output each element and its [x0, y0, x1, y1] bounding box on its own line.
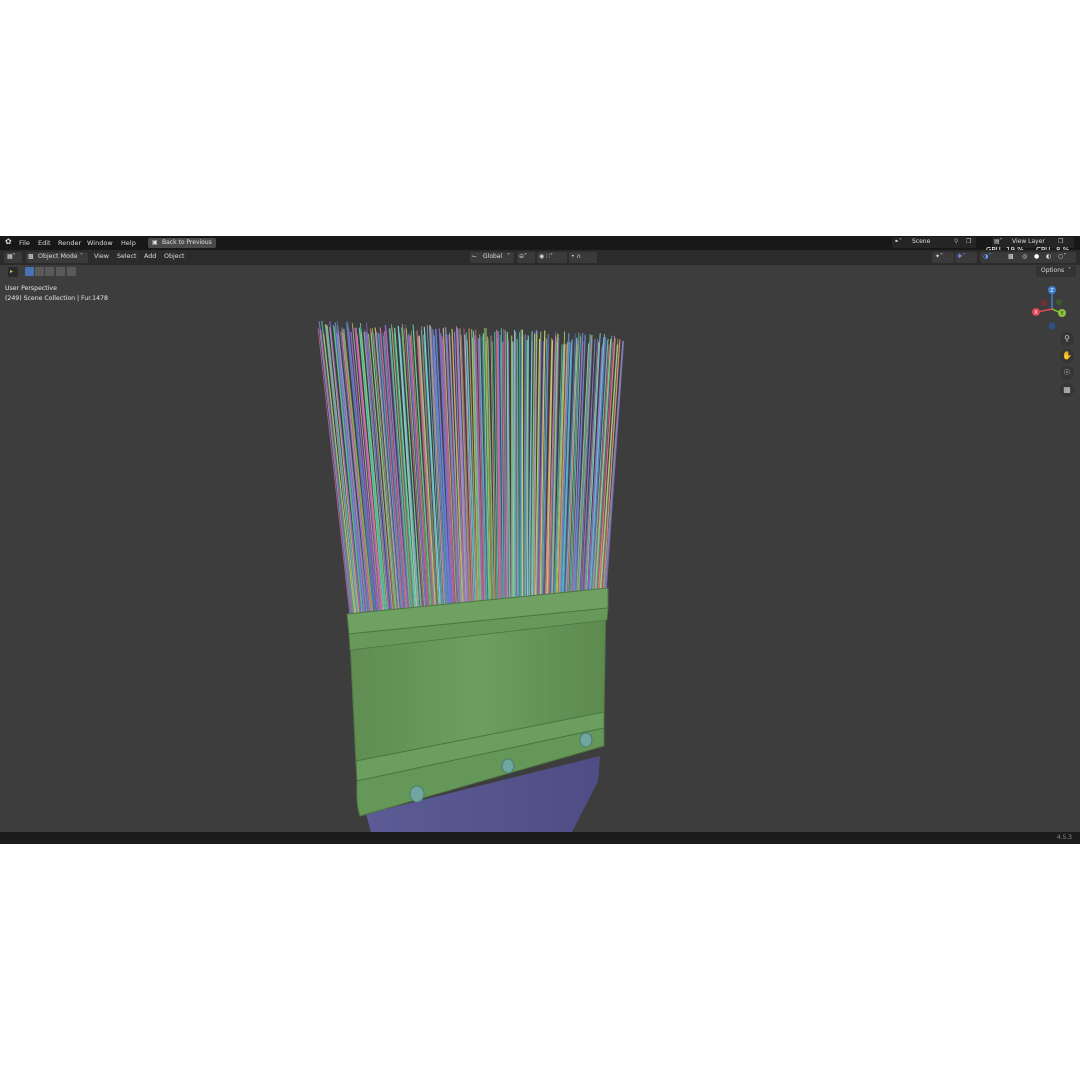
zoom-icon[interactable]: ⚲: [1060, 332, 1074, 346]
pan-hand-icon[interactable]: ✋: [1060, 349, 1074, 363]
rivet: [409, 785, 425, 803]
rivet: [579, 732, 593, 748]
brush-model: [317, 320, 625, 836]
bristle-strands: [317, 320, 625, 635]
bristle-strand: [604, 340, 624, 595]
bristle-strand: [518, 332, 520, 608]
neg-y-axis-handle[interactable]: [1056, 299, 1062, 305]
navigation-gizmo[interactable]: Z X Y: [1028, 284, 1078, 334]
neg-x-axis-handle[interactable]: [1041, 300, 1047, 306]
bristle-strand: [516, 338, 519, 608]
bristle-strand: [526, 335, 529, 607]
z-axis-label: Z: [1050, 288, 1054, 294]
neg-z-axis-handle[interactable]: [1048, 322, 1056, 330]
perspective-toggle-icon[interactable]: ▦: [1060, 383, 1074, 397]
blender-window: ✿ File Edit Render Window Help ▣ Back to…: [0, 236, 1080, 844]
camera-view-icon[interactable]: ☉: [1060, 366, 1074, 380]
status-bar: 4.5.3: [0, 832, 1080, 844]
version-label: 4.5.3: [1056, 834, 1072, 841]
x-axis-label: X: [1034, 310, 1038, 316]
rivet: [501, 758, 515, 774]
